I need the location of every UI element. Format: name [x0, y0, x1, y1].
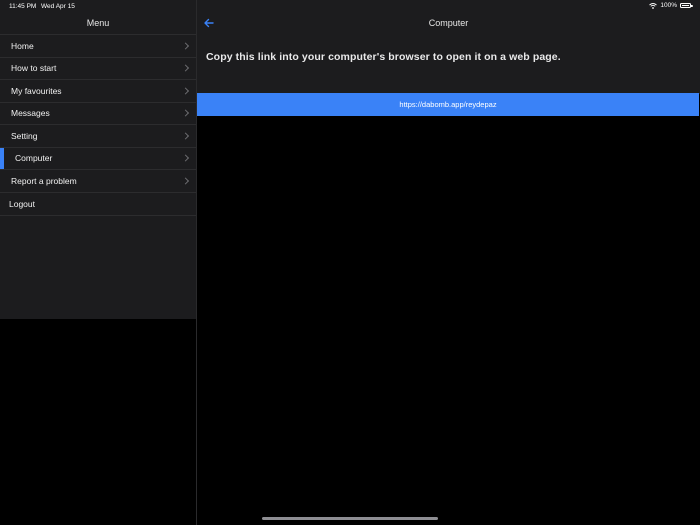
app-screen: Menu Home How to start My favourites Mes… [0, 0, 700, 525]
status-date: Wed Apr 15 [41, 3, 75, 10]
sidebar-item-my-favourites[interactable]: My favourites [0, 79, 196, 102]
chevron-right-icon [181, 64, 190, 72]
sidebar-item-label: Logout [9, 198, 35, 209]
sidebar-item-label: How to start [11, 63, 57, 74]
battery-fill [682, 5, 689, 6]
chevron-right-icon [181, 154, 190, 162]
sidebar-item-label: Messages [11, 108, 50, 119]
navigation-bar: Computer [197, 12, 700, 34]
status-indicators: 100% [649, 2, 693, 9]
sidebar-item-label: Report a problem [11, 175, 77, 186]
sidebar-item-how-to-start[interactable]: How to start [0, 56, 196, 79]
chevron-right-icon [181, 109, 190, 117]
sidebar-item-home[interactable]: Home [0, 34, 196, 57]
menu-list: Home How to start My favourites Messages… [0, 34, 196, 216]
chevron-right-icon [181, 87, 190, 95]
wifi-icon [649, 2, 658, 9]
status-time: 11:45 PM [9, 3, 37, 10]
share-link-text: https://dabomb.app/reydepaz [399, 100, 497, 109]
home-indicator[interactable] [262, 517, 438, 520]
page-title: Computer [428, 18, 469, 28]
sidebar-title: Menu [0, 12, 196, 34]
chevron-right-icon [181, 177, 190, 185]
sidebar-item-logout[interactable]: Logout [0, 191, 196, 216]
sidebar-item-report-a-problem[interactable]: Report a problem [0, 169, 196, 192]
sidebar-item-setting[interactable]: Setting [0, 124, 196, 147]
chevron-right-icon [181, 132, 190, 140]
sidebar-item-messages[interactable]: Messages [0, 101, 196, 124]
selected-indicator [0, 147, 4, 169]
sidebar: Menu Home How to start My favourites Mes… [0, 0, 196, 525]
sidebar-item-label: Home [11, 40, 34, 51]
chevron-right-icon [181, 42, 190, 50]
battery-percentage: 100% [660, 2, 677, 9]
sidebar-item-label: Setting [11, 130, 38, 141]
battery-icon [680, 3, 693, 8]
back-arrow-icon[interactable] [203, 17, 215, 29]
instruction-text: Copy this link into your computer's brow… [206, 51, 561, 63]
status-bar: 11:45 PM Wed Apr 15 100% [0, 0, 700, 12]
sidebar-item-label: My favourites [11, 85, 62, 96]
main-panel: Computer Copy this link into your comput… [197, 0, 700, 525]
share-link-button[interactable]: https://dabomb.app/reydepaz [197, 93, 699, 116]
sidebar-item-label: Computer [15, 153, 53, 164]
sidebar-item-computer[interactable]: Computer [0, 146, 196, 169]
